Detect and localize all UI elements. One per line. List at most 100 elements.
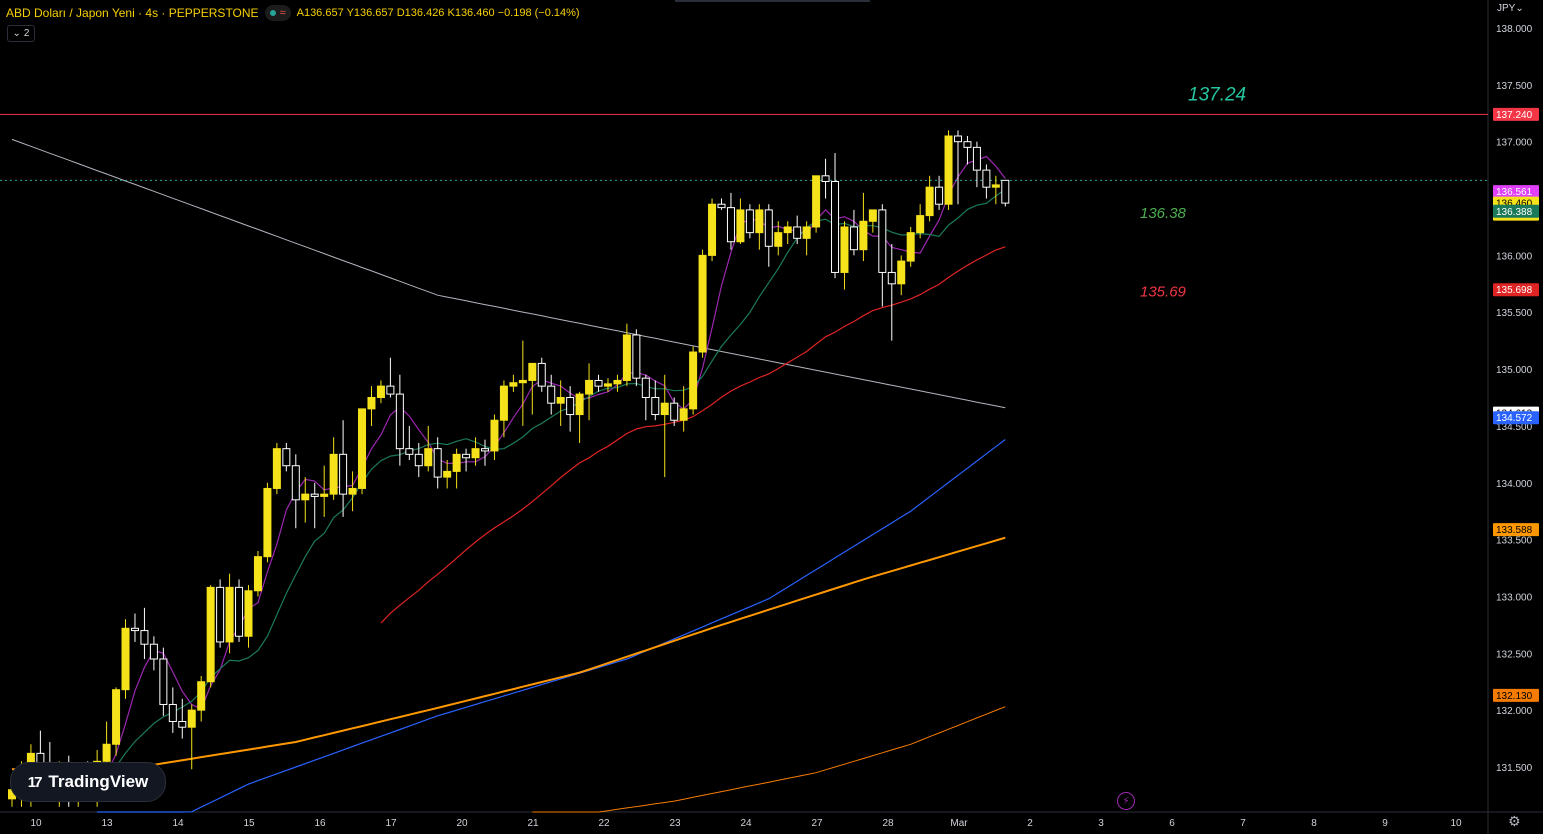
candle-body xyxy=(944,135,953,205)
candle-body xyxy=(783,226,792,234)
candle-body xyxy=(509,382,518,387)
x-tick-label: 2 xyxy=(1027,818,1033,829)
currency-label: JPY xyxy=(1497,3,1516,14)
candle-body xyxy=(613,379,622,385)
x-tick-label: 7 xyxy=(1240,818,1246,829)
candle-body xyxy=(708,203,717,256)
candle-body xyxy=(1001,179,1010,204)
candle-body xyxy=(887,271,896,285)
price-axis-tag-label: 136.561 xyxy=(1496,187,1533,198)
candle-body xyxy=(376,385,385,398)
flash-icon[interactable]: ⚡ xyxy=(1117,792,1135,810)
candle-body xyxy=(603,383,612,387)
candle-body xyxy=(405,448,414,455)
ma-annotation-label: 135.69 xyxy=(1140,284,1187,301)
candle-body xyxy=(670,402,679,421)
candle-body xyxy=(414,453,423,467)
y-tick-label: 138.000 xyxy=(1496,24,1533,35)
candle-body xyxy=(537,362,546,387)
chart-background xyxy=(0,0,1543,834)
y-tick-label: 134.000 xyxy=(1496,479,1533,490)
candle-body xyxy=(140,630,149,645)
x-tick-label: 22 xyxy=(598,818,610,829)
chevron-down-icon: ⌄ xyxy=(12,28,21,39)
y-tick-label: 133.000 xyxy=(1496,592,1533,603)
x-tick-label: 14 xyxy=(172,818,184,829)
candle-body xyxy=(991,184,1000,188)
gear-icon[interactable]: ⚙ xyxy=(1508,813,1521,830)
chart-legend-header: ABD Doları / Japon Yeni · 4s · PEPPERSTO… xyxy=(6,4,580,22)
candle-body xyxy=(566,397,575,416)
x-tick-label: 13 xyxy=(101,818,113,829)
brand-name: TradingView xyxy=(48,772,149,791)
candle-body xyxy=(641,377,650,398)
candle-body xyxy=(433,448,442,478)
x-tick-label: 21 xyxy=(527,818,539,829)
candle-body xyxy=(490,419,499,452)
candle-body xyxy=(367,397,376,410)
candle-body xyxy=(112,689,121,745)
y-tick-label: 135.500 xyxy=(1496,308,1533,319)
market-status-pill[interactable]: ≈ xyxy=(264,5,291,21)
candle-body xyxy=(963,141,972,148)
candle-body xyxy=(386,385,395,395)
tradingview-logo[interactable]: 17 TradingView xyxy=(10,762,166,802)
indicators-count: 2 xyxy=(23,28,30,39)
candle-body xyxy=(764,209,773,247)
candle-body xyxy=(130,627,139,632)
y-tick-label: 133.500 xyxy=(1496,536,1533,547)
candle-body xyxy=(348,487,357,495)
candle-body xyxy=(812,175,821,228)
x-tick-label: 9 xyxy=(1382,818,1388,829)
candle-body xyxy=(793,226,802,239)
candle-body xyxy=(660,402,669,416)
x-tick-label: 20 xyxy=(456,818,468,829)
candle-body xyxy=(424,448,433,467)
candle-body xyxy=(897,260,906,285)
candle-body xyxy=(320,493,329,497)
top-toolbar-edge xyxy=(675,0,870,2)
candle-body xyxy=(339,453,348,495)
x-tick-label: 15 xyxy=(243,818,255,829)
candle-body xyxy=(849,226,858,251)
x-tick-label: 23 xyxy=(669,818,681,829)
candle-body xyxy=(462,453,471,459)
candle-body xyxy=(774,232,783,247)
ohlc-values: A136.657 Y136.657 D136.426 K136.460 −0.1… xyxy=(296,7,580,19)
candle-body xyxy=(840,226,849,273)
candle-body xyxy=(499,385,508,421)
candle-body xyxy=(244,590,253,637)
candle-body xyxy=(859,220,868,251)
indicators-toggle[interactable]: ⌄ 2 xyxy=(7,25,35,42)
candle-body xyxy=(253,556,262,592)
candle-body xyxy=(395,393,404,450)
candle-body xyxy=(481,448,489,452)
symbol-title[interactable]: ABD Doları / Japon Yeni · 4s · PEPPERSTO… xyxy=(6,6,259,20)
resistance-label: 137.24 xyxy=(1188,84,1246,105)
candle-body xyxy=(102,743,111,762)
candle-body xyxy=(178,721,187,728)
price-axis-tag-label: 134.572 xyxy=(1496,413,1533,424)
candle-body xyxy=(878,209,887,273)
candle-body xyxy=(329,453,338,495)
x-tick-label: 16 xyxy=(314,818,326,829)
candle-body xyxy=(291,465,300,501)
price-axis-tag-label: 132.130 xyxy=(1496,691,1533,702)
candle-body xyxy=(310,493,319,497)
candle-body xyxy=(689,351,698,410)
candle-body xyxy=(622,334,631,381)
candle-body xyxy=(585,379,594,395)
candle-body xyxy=(868,209,877,222)
wave-icon: ≈ xyxy=(279,7,286,19)
candle-body xyxy=(916,215,925,234)
market-open-icon xyxy=(269,10,276,16)
x-tick-label: 10 xyxy=(1450,818,1462,829)
candle-body xyxy=(745,209,754,234)
candle-body xyxy=(187,709,196,728)
price-chart[interactable]: 137.24 136.38 135.69 138.000 137.500 137.000 1… xyxy=(0,0,1543,834)
y-tick-label: 131.500 xyxy=(1496,763,1533,774)
x-tick-label: 10 xyxy=(30,818,42,829)
candle-body xyxy=(263,487,272,558)
candle-body xyxy=(679,408,688,421)
currency-selector[interactable]: JPY⌄ xyxy=(1497,3,1524,14)
